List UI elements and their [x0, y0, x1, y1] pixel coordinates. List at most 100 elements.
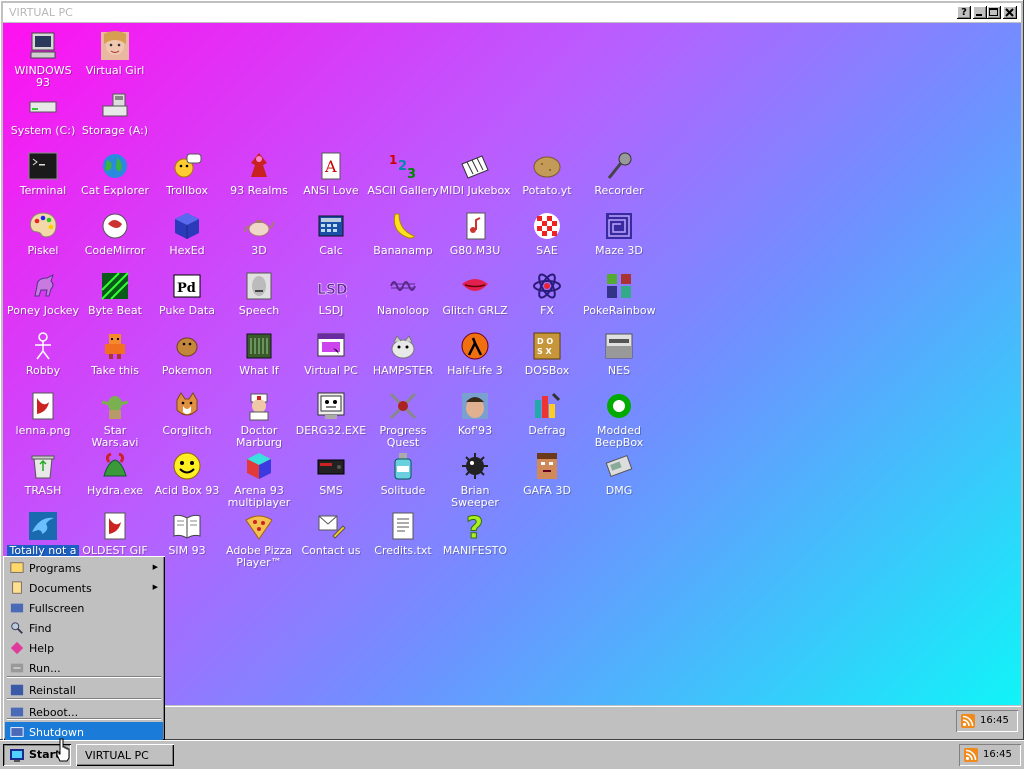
desktop-icon-label: Modded BeepBox	[594, 424, 644, 449]
desktop-icon[interactable]: Credits.txt	[367, 508, 439, 566]
desktop-icon[interactable]: Poney Jockey	[7, 268, 79, 326]
desktop-icon[interactable]: Trollbox	[151, 148, 223, 206]
rss-icon[interactable]	[961, 714, 975, 728]
desktop-icon[interactable]: SMS	[295, 448, 367, 506]
desktop-icon[interactable]: Half-Life 3	[439, 328, 511, 386]
smiley-icon	[171, 450, 203, 482]
desktop-icon[interactable]: ? MANIFESTO	[439, 508, 511, 566]
maximize-button[interactable]	[987, 6, 1001, 19]
start-menu-item-reinstall[interactable]: Reinstall	[5, 680, 163, 700]
start-menu-item-documents[interactable]: Documents ▶	[5, 578, 163, 598]
desktop-icon[interactable]: lenna.png	[7, 388, 79, 446]
desktop-icon-label: MANIFESTO	[442, 544, 508, 557]
desktop-icon[interactable]: Adobe Pizza Player™	[223, 508, 295, 569]
desktop-icon[interactable]: Kof'93	[439, 388, 511, 446]
desktop-icon[interactable]: Doctor Marburg	[223, 388, 295, 449]
desktop-icon[interactable]: Nanoloop	[367, 268, 439, 326]
contact-icon	[315, 510, 347, 542]
desktop-icon-label: Piskel	[27, 244, 59, 257]
start-menu-item-fullscreen[interactable]: Fullscreen	[5, 598, 163, 618]
desktop-icon[interactable]: MIDI Jukebox	[439, 148, 511, 206]
desktop-icon[interactable]: Speech	[223, 268, 295, 326]
desktop-icon[interactable]: Bananamp	[367, 208, 439, 266]
desktop-icon[interactable]: CodeMirror	[79, 208, 151, 266]
desktop-icon[interactable]: Corglitch	[151, 388, 223, 446]
desktop-icon[interactable]: Take this	[79, 328, 151, 386]
start-menu-item-programs[interactable]: Programs ▶	[5, 558, 163, 578]
chat-icon	[171, 150, 203, 182]
desktop-icon[interactable]: Pokemon	[151, 328, 223, 386]
nes-icon	[603, 330, 635, 362]
desktop-icon[interactable]: 1 2 3 ASCII Gallery	[367, 148, 439, 206]
desktop-icon[interactable]: Pd Puke Data	[151, 268, 223, 326]
desktop-icon-label: ASCII Gallery	[367, 184, 439, 197]
desktop-icon[interactable]: Arena 93 multiplayer	[223, 448, 295, 509]
desktop-icon[interactable]: What If	[223, 328, 295, 386]
desktop-icon[interactable]: DERG32.EXE	[295, 388, 367, 446]
desktop-icon-label: DMG	[605, 484, 633, 497]
help-button[interactable]: ?	[957, 6, 971, 19]
desktop-icon[interactable]: Cat Explorer	[79, 148, 151, 206]
desktop-icon[interactable]: Maze 3D	[583, 208, 655, 266]
floppy-drive-icon	[99, 90, 131, 122]
desktop-icon[interactable]: Potato.yt	[511, 148, 583, 206]
start-menu-item-help[interactable]: Help	[5, 638, 163, 658]
desktop-icon-label: GAFA 3D	[523, 484, 571, 497]
globe-icon	[99, 150, 131, 182]
ascii-icon: 123	[387, 150, 419, 182]
desktop-icon-label: Take this	[91, 364, 139, 377]
desktop-icon[interactable]: Virtual PC	[295, 328, 367, 386]
desktop-icon[interactable]: Star Wars.avi	[79, 388, 151, 449]
desktop-icon[interactable]: HAMPSTER	[367, 328, 439, 386]
desktop-icon[interactable]: Solitude	[367, 448, 439, 506]
svg-text:Pd: Pd	[177, 281, 196, 296]
desktop-icon[interactable]: SAE	[511, 208, 583, 266]
minimize-button[interactable]	[973, 6, 987, 19]
desktop-icon[interactable]: LSDJ LSDJ	[295, 268, 367, 326]
arena-cube-icon	[243, 450, 275, 482]
desktop-icon[interactable]: Contact us	[295, 508, 367, 566]
start-menu-item-shutdown[interactable]: Shutdown	[5, 722, 163, 742]
desktop-icon[interactable]: TRASH	[7, 448, 79, 506]
desktop-icon[interactable]: Byte Beat	[79, 268, 151, 326]
hamster-icon	[387, 330, 419, 362]
desktop-icon[interactable]: D OS X DOSBox	[511, 328, 583, 386]
desktop-icon[interactable]: FX	[511, 268, 583, 326]
desktop-icon[interactable]: Terminal	[7, 148, 79, 206]
desktop-icon[interactable]: Modded BeepBox	[583, 388, 655, 449]
desktop-icon-label: G80.M3U	[449, 244, 501, 257]
desktop-icon[interactable]: System (C:)	[7, 88, 79, 146]
desktop-icon[interactable]: HexEd	[151, 208, 223, 266]
desktop-icon[interactable]: DMG	[583, 448, 655, 506]
mine-icon	[459, 450, 491, 482]
desktop-icon[interactable]: 93 Realms	[223, 148, 295, 206]
start-menu-item-find[interactable]: Find	[5, 618, 163, 638]
desktop-icon[interactable]: WINDOWS 93	[7, 28, 79, 89]
close-button[interactable]	[1003, 6, 1017, 19]
desktop-icon[interactable]: Progress Quest	[367, 388, 439, 449]
desktop-icon[interactable]: Acid Box 93	[151, 448, 223, 506]
desktop-icon[interactable]: Brian Sweeper	[439, 448, 511, 509]
desktop-icon[interactable]: A ANSI Love	[295, 148, 367, 206]
rss-icon[interactable]	[964, 748, 978, 762]
desktop-icon[interactable]: G80.M3U	[439, 208, 511, 266]
desktop-icon[interactable]: Virtual Girl	[79, 28, 151, 86]
fullscreen-icon	[10, 601, 24, 615]
start-menu-item-run[interactable]: Run...	[5, 658, 163, 678]
desktop-icon[interactable]: Calc	[295, 208, 367, 266]
desktop-icon[interactable]: PokeRainbow	[583, 268, 656, 326]
desktop-icon[interactable]: Recorder	[583, 148, 655, 206]
task-virtual-pc[interactable]: VIRTUAL PC	[76, 744, 174, 766]
desktop-icon[interactable]: Glitch GRLZ	[439, 268, 511, 326]
desktop-icon[interactable]: Defrag	[511, 388, 583, 446]
desktop-icon-label: Robby	[25, 364, 61, 377]
desktop-icon[interactable]: GAFA 3D	[511, 448, 583, 506]
desktop-icon[interactable]: Piskel	[7, 208, 79, 266]
desktop-icon[interactable]: Storage (A:)	[79, 88, 151, 146]
desktop-icon[interactable]: NES	[583, 328, 655, 386]
svg-text:S X: S X	[537, 347, 553, 356]
desktop-icon[interactable]: Hydra.exe	[79, 448, 151, 506]
title-bar[interactable]: VIRTUAL PC ?	[3, 3, 1021, 22]
desktop-icon[interactable]: 3D	[223, 208, 295, 266]
desktop-icon[interactable]: Robby	[7, 328, 79, 386]
